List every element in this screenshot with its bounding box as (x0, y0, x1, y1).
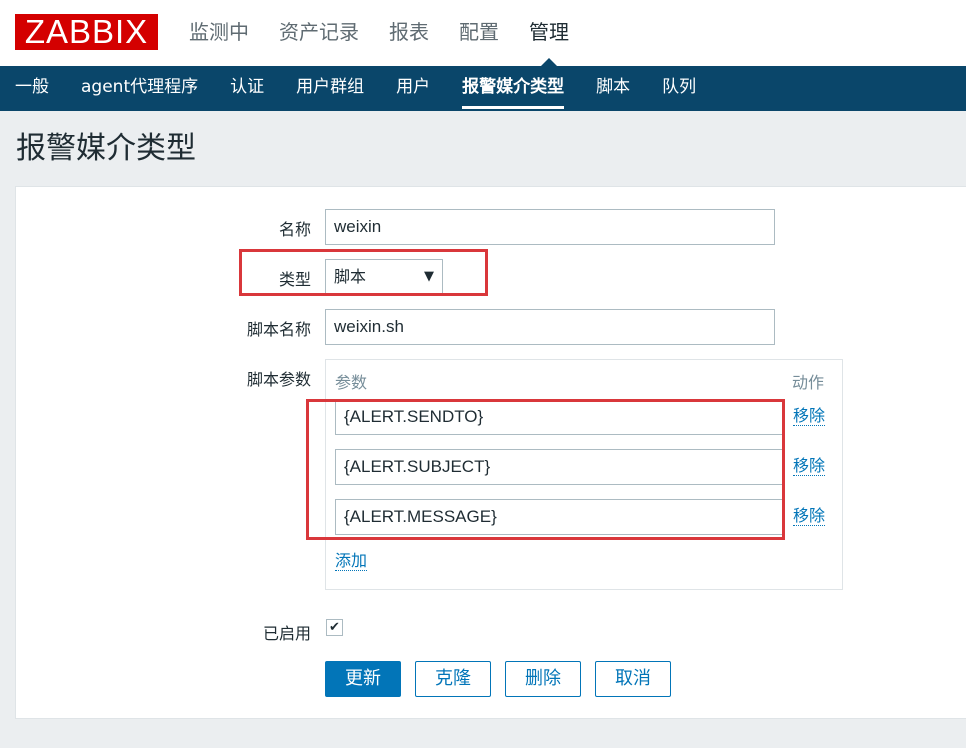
subnav-users[interactable]: 用户 (396, 66, 430, 111)
menu-configuration[interactable]: 配置 (459, 0, 499, 66)
checkmark-icon: ✔ (329, 620, 340, 635)
subnav-scripts[interactable]: 脚本 (596, 66, 630, 111)
page-title: 报警媒介类型 (16, 131, 196, 166)
menu-reports[interactable]: 报表 (389, 0, 429, 66)
subnav-general[interactable]: 一般 (15, 66, 49, 111)
media-type-form: 名称 weixin 类型 脚本 ▼ 脚本名称 weixin.sh 脚本参数 参数… (15, 186, 966, 719)
remove-param-3-link[interactable]: 移除 (793, 507, 826, 526)
script-name-input[interactable]: weixin.sh (325, 309, 775, 345)
remove-param-1-link[interactable]: 移除 (793, 407, 826, 426)
menu-monitoring[interactable]: 监测中 (189, 0, 249, 66)
highlight-box-params (306, 399, 785, 540)
enabled-label: 已启用 (262, 624, 311, 643)
main-menu: 监测中 资产记录 报表 配置 管理 (189, 0, 599, 66)
subnav-proxies[interactable]: agent代理程序 (81, 66, 198, 111)
script-params-label: 脚本参数 (246, 370, 311, 389)
zabbix-logo[interactable]: ZABBIX (15, 14, 158, 50)
enabled-checkbox[interactable]: ✔ (326, 619, 343, 636)
actions-column-header: 动作 (792, 373, 825, 392)
subnav-authentication[interactable]: 认证 (230, 66, 264, 111)
subnav-user-groups[interactable]: 用户群组 (296, 66, 364, 111)
cancel-button[interactable]: 取消 (595, 661, 671, 697)
clone-button[interactable]: 克隆 (415, 661, 491, 697)
delete-button[interactable]: 删除 (505, 661, 581, 697)
script-name-label: 脚本名称 (246, 320, 311, 339)
name-input[interactable]: weixin (325, 209, 775, 245)
params-column-header: 参数 (335, 373, 368, 392)
update-button[interactable]: 更新 (325, 661, 401, 697)
top-header: ZABBIX 监测中 资产记录 报表 配置 管理 (0, 0, 966, 66)
remove-param-2-link[interactable]: 移除 (793, 457, 826, 476)
menu-inventory[interactable]: 资产记录 (279, 0, 359, 66)
menu-administration[interactable]: 管理 (529, 0, 569, 66)
subnav-queue[interactable]: 队列 (662, 66, 696, 111)
add-param-link[interactable]: 添加 (335, 552, 368, 571)
sub-nav: 一般 agent代理程序 认证 用户群组 用户 报警媒介类型 脚本 队列 (0, 66, 966, 111)
subnav-media-types[interactable]: 报警媒介类型 (462, 66, 565, 111)
name-label: 名称 (278, 220, 311, 239)
highlight-box-type (239, 249, 488, 296)
